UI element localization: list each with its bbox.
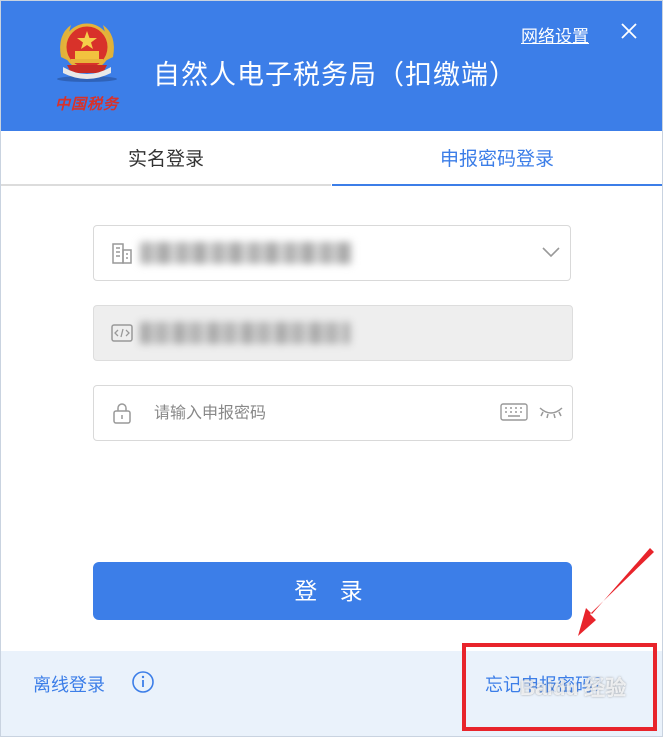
login-button[interactable]: 登 录: [93, 562, 572, 620]
building-icon: [112, 243, 132, 264]
eye-closed-icon[interactable]: [538, 404, 564, 420]
tax-seal-text: 中国税务: [55, 95, 120, 113]
password-field: [93, 385, 573, 441]
annotation-arrow-icon: [578, 548, 654, 636]
tax-id-card-icon: [111, 324, 133, 342]
offline-login-link[interactable]: 离线登录: [33, 671, 105, 697]
network-settings-link[interactable]: 网络设置: [521, 22, 589, 47]
login-tabs: 实名登录 申报密码登录: [1, 131, 662, 187]
info-icon[interactable]: [131, 670, 155, 694]
baidu-watermark: Baidu 经验: [520, 677, 627, 700]
password-input[interactable]: [152, 400, 486, 428]
tab-real-name-login[interactable]: 实名登录: [1, 131, 331, 186]
tab-password-login[interactable]: 申报密码登录: [332, 131, 662, 186]
lock-icon: [113, 403, 131, 424]
app-title: 自然人电子税务局（扣缴端）: [153, 60, 517, 90]
organization-name-redacted: [140, 242, 352, 264]
taxpayer-id-redacted: [140, 322, 350, 344]
close-icon[interactable]: [617, 19, 641, 43]
header-bar: 中国税务 自然人电子税务局（扣缴端） 网络设置: [1, 1, 662, 131]
organization-select[interactable]: [93, 225, 571, 281]
keyboard-icon[interactable]: [500, 401, 528, 423]
taxpayer-id-field: [93, 305, 573, 361]
national-emblem-icon: [57, 23, 117, 82]
chevron-down-icon[interactable]: [540, 241, 562, 263]
